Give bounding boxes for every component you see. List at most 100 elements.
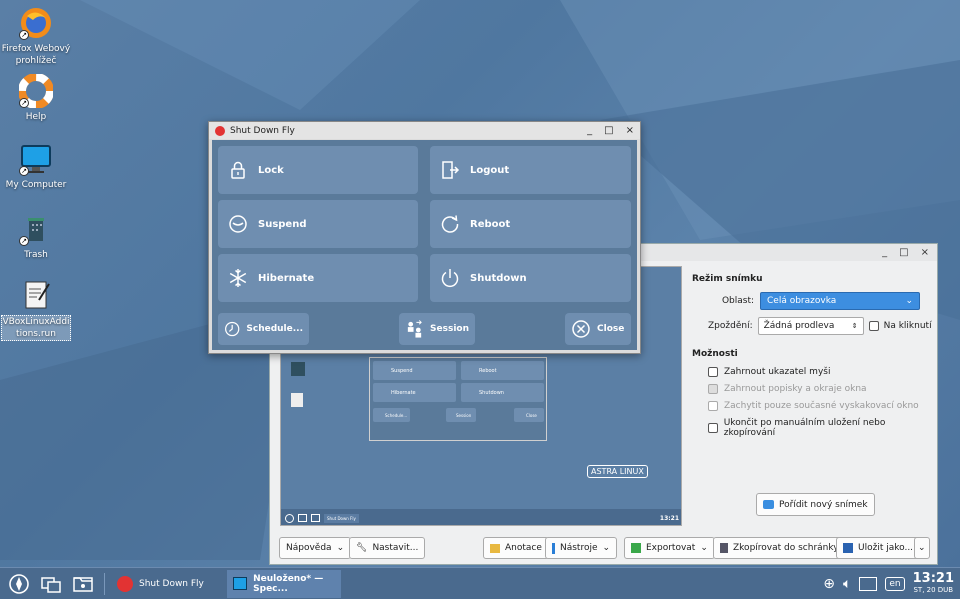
clock-time: 13:21 [912,571,954,586]
suspend-label: Suspend [258,218,307,230]
maximize-button[interactable]: □ [604,125,613,136]
astra-linux-logo: ASTRA LINUX [587,465,648,478]
start-menu-icon[interactable] [6,571,32,597]
window-switcher-icon[interactable] [38,571,64,597]
close-dialog-button[interactable]: Close [565,313,631,345]
desktop-icon-label: Trash [24,250,48,260]
clock-icon [225,321,240,337]
quit-after-save-checkbox[interactable] [708,423,718,433]
save-menu-button[interactable]: ⌄ [914,537,930,559]
include-decorations-label: Zahrnout popisky a okraje okna [724,384,867,394]
tools-label: Nástroje [560,543,598,553]
spectacle-app-icon [233,577,248,590]
configure-button[interactable]: 🔧︎ Nastavit... [349,537,426,559]
annotate-label: Anotace [505,543,542,553]
popups-only-label: Zachytit pouze současné vyskakovací okno [724,401,919,411]
close-button[interactable]: × [626,125,634,136]
include-decorations-checkbox [708,384,718,394]
help-button[interactable]: Nápověda ⌄ [279,537,352,559]
save-as-label: Uložit jako... [858,543,914,553]
quit-after-save-label: Ukončit po manuálním uložení nebo zkopír… [723,418,886,438]
save-as-button[interactable]: Uložit jako... [836,537,921,559]
mini-task: Shut Down Fly [324,513,359,523]
desktop-icon-my-computer[interactable]: ↗ My Computer [1,142,71,191]
help-label: Nápověda [286,543,332,553]
area-select[interactable]: Celá obrazovka ⌄ [760,292,920,310]
popups-only-checkbox [708,401,718,411]
desktop-icon-help[interactable]: ↗ Help [1,73,71,123]
reboot-label: Reboot [470,218,511,230]
capture-settings: Režim snímku Oblast: Celá obrazovka ⌄ Zp… [692,274,932,445]
session-icon [407,320,422,338]
lock-label: Lock [258,164,284,176]
export-button[interactable]: Exportovat ⌄ [624,537,715,559]
delay-spinbox[interactable]: Žádná prodleva ⇕ [757,317,864,335]
clock[interactable]: 13:21 ST, 20 DUB [913,572,954,595]
suspend-icon [229,215,247,233]
mini-taskbar: Shut Down Fly 13:21 [281,509,681,525]
logout-label: Logout [470,164,510,176]
hibernate-button[interactable]: Hibernate [218,254,418,302]
display-icon[interactable] [859,576,878,591]
monitor-icon: ↗ [19,142,53,176]
schedule-label: Schedule... [246,324,303,334]
schedule-button[interactable]: Schedule... [218,313,309,345]
taskbar-separator [104,572,105,595]
shutdown-window-title: Shut Down Fly [230,125,295,136]
on-click-label: Na kliknutí [883,321,932,331]
new-screenshot-button[interactable]: Pořídit nový snímek [756,493,875,516]
lock-icon [231,161,245,179]
lock-button[interactable]: Lock [218,146,418,194]
annotate-icon [490,543,500,553]
task-label: Neuloženo* — Spec... [253,573,324,594]
file-manager-icon[interactable] [70,571,96,597]
desktop-icon-vbox-script[interactable]: VBoxLinuxAdditions.run [1,278,71,341]
include-pointer-checkbox[interactable] [708,367,718,377]
network-compass-icon[interactable]: ⊕ [823,576,835,592]
power-app-icon [215,125,225,136]
suspend-button[interactable]: Suspend [218,200,418,248]
keyboard-layout-indicator[interactable]: en [885,576,905,591]
new-screenshot-label: Pořídit nový snímek [779,499,868,510]
annotate-button[interactable]: Anotace [483,537,549,559]
desktop-icon-trash[interactable]: ↗ Trash [1,212,71,261]
volume-icon[interactable]: 🔈︎ [843,576,851,592]
mini-clock: 13:21 [659,514,679,522]
power-icon [441,269,459,288]
mini-shutdown-dialog: Suspend Reboot Hibernate Shutdown Schedu… [369,357,547,441]
firefox-icon: ↗ [19,6,53,40]
copy-to-clipboard-button[interactable]: Zkopírovat do schránky [713,537,846,559]
logout-button[interactable]: Logout [430,146,631,194]
desktop-icon-label: My Computer [5,180,67,190]
mini-hibernate: Hibernate [373,383,456,402]
task-shutdown-fly[interactable]: Shut Down Fly [111,570,227,598]
minimize-button[interactable]: _ [882,247,887,258]
chevron-down-icon: ⌄ [918,543,926,553]
save-icon [843,543,853,553]
shutdown-titlebar: Shut Down Fly _ □ × [209,122,640,139]
hibernate-label: Hibernate [258,272,315,284]
desktop-icon-firefox[interactable]: ↗ Firefox Webový prohlížeč [1,6,71,67]
shutdown-label: Shutdown [470,272,527,284]
export-label: Exportovat [646,543,696,553]
logout-icon [442,161,460,179]
mini-reboot: Reboot [461,361,544,380]
shutdown-window: Shut Down Fly _ □ × Lock Logout Suspend … [208,121,641,354]
task-spectacle[interactable]: Neuloženo* — Spec... [227,569,341,598]
shutdown-button[interactable]: Shutdown [430,254,631,302]
session-button[interactable]: Session [399,313,475,345]
session-label: Session [430,324,469,334]
tools-button[interactable]: Nástroje ⌄ [545,537,618,559]
mini-close: Close [514,408,544,422]
spin-arrows-icon: ⇕ [851,322,858,330]
close-icon [572,320,590,338]
maximize-button[interactable]: □ [899,247,908,258]
close-button[interactable]: × [921,247,929,258]
lifebuoy-icon: ↗ [18,73,54,109]
minimize-button[interactable]: _ [587,125,592,136]
reboot-button[interactable]: Reboot [430,200,631,248]
on-click-checkbox[interactable] [868,321,879,331]
mini-trash-icon [291,362,305,376]
camera-icon [763,500,774,509]
mini-file-icon [291,393,303,407]
